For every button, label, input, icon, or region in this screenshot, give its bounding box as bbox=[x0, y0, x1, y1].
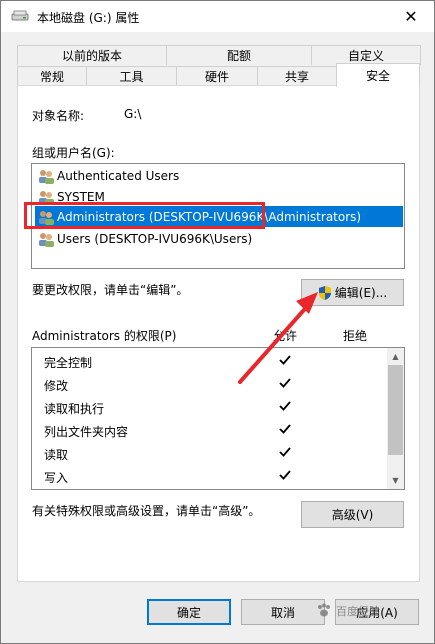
allow-column-header: 允许 bbox=[273, 329, 298, 343]
list-item-authenticated-users[interactable]: Authenticated Users bbox=[35, 165, 403, 186]
permissions-title: Administrators 的权限(P) bbox=[32, 329, 177, 343]
checkmark-icon bbox=[279, 401, 291, 411]
tab-label: 自定义 bbox=[347, 49, 384, 63]
checkmark-icon bbox=[279, 424, 291, 434]
tab-label: 工具 bbox=[119, 70, 144, 84]
object-name-value: G:\ bbox=[124, 107, 142, 121]
permission-name: 读取 bbox=[44, 448, 69, 462]
permission-name: 读取和执行 bbox=[44, 402, 105, 416]
tab-quota[interactable]: 配额 bbox=[166, 45, 312, 65]
permission-name: 列出文件夹内容 bbox=[44, 425, 129, 439]
user-group-icon bbox=[39, 232, 54, 247]
checkmark-icon bbox=[279, 447, 291, 457]
checkmark-icon bbox=[279, 378, 291, 388]
scroll-up-icon[interactable]: ▲ bbox=[387, 348, 404, 365]
edit-button-label: 编辑(E)... bbox=[334, 286, 388, 300]
scroll-thumb[interactable] bbox=[388, 365, 403, 455]
permission-row: 完全控制 bbox=[44, 350, 384, 372]
title-bar: 本地磁盘 (G:) 属性 ✕ bbox=[1, 1, 434, 32]
permission-name: 修改 bbox=[44, 379, 69, 393]
tab-label: 常规 bbox=[39, 70, 64, 84]
cancel-button-label: 取消 bbox=[270, 605, 295, 620]
tab-row-top: 以前的版本 配额 自定义 bbox=[17, 45, 421, 65]
user-name: Users (DESKTOP-IVU696K\Users) bbox=[57, 231, 253, 246]
tab-hardware[interactable]: 硬件 bbox=[176, 66, 258, 86]
tab-security[interactable]: 安全 bbox=[336, 63, 420, 87]
edit-button[interactable]: 编辑(E)... bbox=[301, 279, 404, 306]
tab-sharing[interactable]: 共享 bbox=[257, 66, 337, 86]
permission-row: 修改 bbox=[44, 373, 384, 395]
permissions-listbox: 完全控制 修改 读取和执行 列出文件夹内容 读取 写入 ▲ ▼ bbox=[31, 347, 405, 490]
advanced-button-label: 高级(V) bbox=[331, 508, 374, 522]
permission-row: 写入 bbox=[44, 465, 384, 487]
cancel-button[interactable]: 取消 bbox=[241, 599, 325, 625]
advanced-hint: 有关特殊权限或高级设置，请单击“高级”。 bbox=[32, 504, 261, 518]
tab-label: 以前的版本 bbox=[61, 49, 122, 63]
ok-button-label: 确定 bbox=[176, 605, 201, 620]
tab-label: 硬件 bbox=[204, 70, 229, 84]
checkmark-icon bbox=[279, 355, 291, 365]
tab-row-bottom: 常规 工具 硬件 共享 安全 bbox=[17, 63, 420, 87]
tab-general[interactable]: 常规 bbox=[17, 66, 87, 86]
permission-row: 读取和执行 bbox=[44, 396, 384, 418]
tab-tools[interactable]: 工具 bbox=[86, 66, 177, 86]
ok-button[interactable]: 确定 bbox=[147, 599, 231, 625]
tab-label: 安全 bbox=[365, 69, 390, 83]
close-icon: ✕ bbox=[404, 7, 418, 26]
change-permissions-hint: 要更改权限，请单击“编辑”。 bbox=[32, 283, 189, 297]
scroll-down-icon[interactable]: ▼ bbox=[387, 472, 404, 489]
drive-icon bbox=[11, 10, 29, 21]
close-button[interactable]: ✕ bbox=[388, 1, 434, 32]
user-group-icon bbox=[39, 169, 54, 184]
checkmark-icon bbox=[279, 470, 291, 480]
permission-row: 读取 bbox=[44, 442, 384, 464]
group-users-label: 组或用户名(G): bbox=[32, 146, 115, 160]
permission-row: 列出文件夹内容 bbox=[44, 419, 384, 441]
tab-previous-versions[interactable]: 以前的版本 bbox=[17, 45, 167, 65]
properties-window: 本地磁盘 (G:) 属性 ✕ 以前的版本 配额 自定义 常规 工具 硬件 共享 … bbox=[0, 0, 435, 644]
watermark: 百度经验 bbox=[315, 598, 425, 624]
permission-name: 写入 bbox=[44, 471, 69, 485]
tab-label: 共享 bbox=[284, 70, 309, 84]
deny-column-header: 拒绝 bbox=[343, 329, 368, 343]
tab-label: 配额 bbox=[226, 49, 251, 63]
watermark-text: 百度经验 bbox=[336, 605, 380, 618]
object-name-label: 对象名称: bbox=[32, 109, 85, 123]
advanced-button[interactable]: 高级(V) bbox=[301, 501, 404, 528]
permissions-scrollbar[interactable]: ▲ ▼ bbox=[387, 348, 404, 489]
annotation-highlight-box bbox=[24, 202, 265, 229]
permission-name: 完全控制 bbox=[44, 356, 93, 370]
tab-customize[interactable]: 自定义 bbox=[311, 45, 421, 65]
list-item-users[interactable]: Users (DESKTOP-IVU696K\Users) bbox=[35, 228, 403, 249]
user-name: Authenticated Users bbox=[57, 168, 180, 183]
paw-icon bbox=[318, 603, 330, 617]
uac-shield-icon bbox=[318, 285, 331, 300]
window-title: 本地磁盘 (G:) 属性 bbox=[37, 11, 140, 25]
